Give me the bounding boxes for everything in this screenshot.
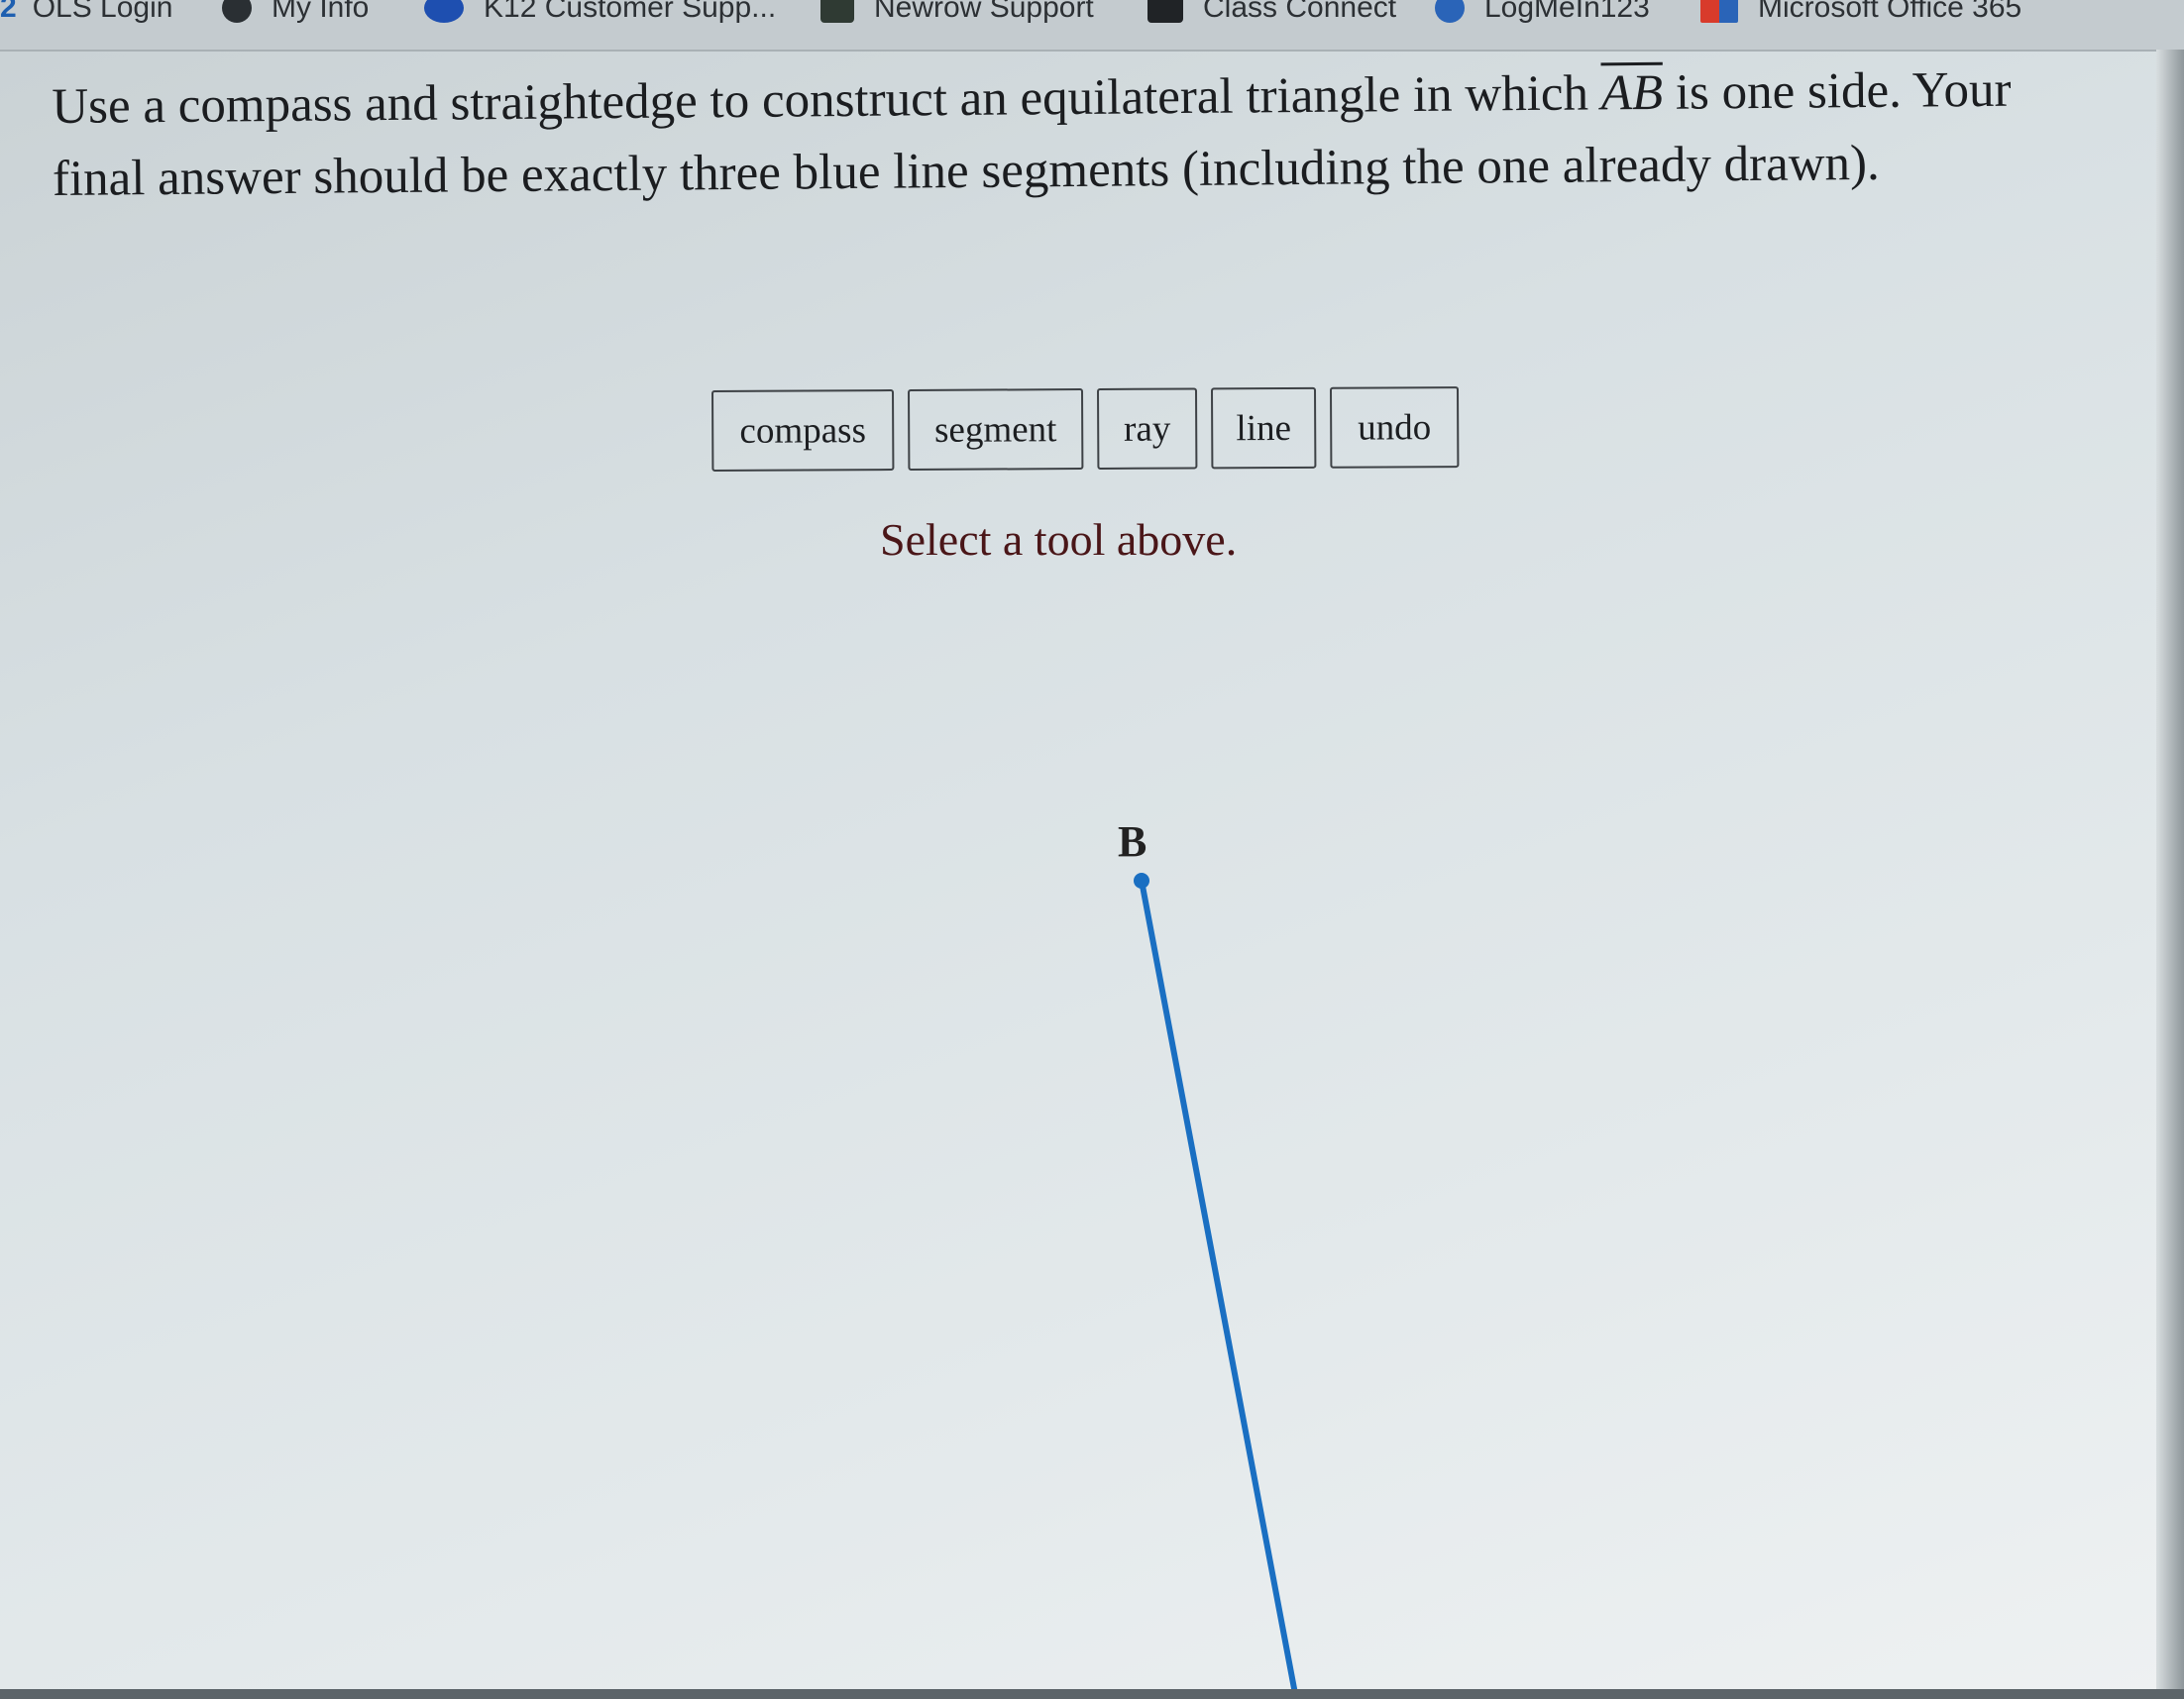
segment-ab[interactable] <box>1139 878 1299 1699</box>
point-b-label: B <box>1118 817 1147 866</box>
construction-canvas[interactable] <box>0 0 2184 1699</box>
point-b[interactable] <box>1134 873 1149 889</box>
taskbar-edge <box>0 1689 2184 1699</box>
window-edge <box>2156 50 2184 1699</box>
screen: 2 OLS Login My Info K12 Customer Supp...… <box>0 0 2184 1699</box>
